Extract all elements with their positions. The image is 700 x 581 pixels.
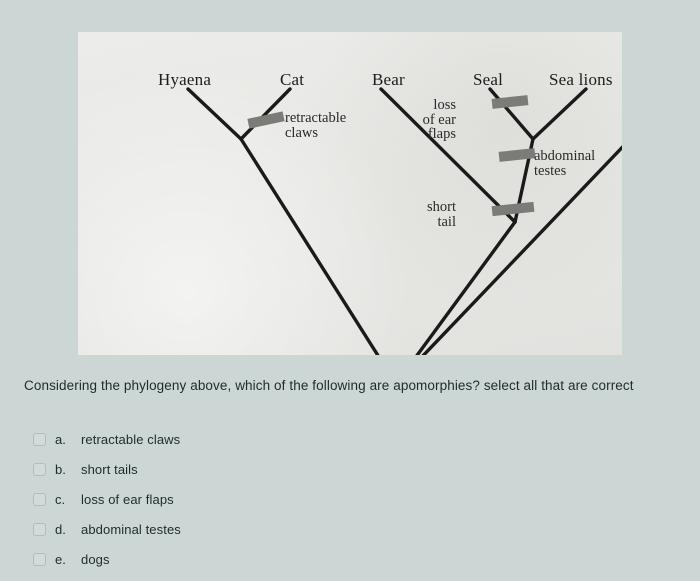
trait-label-line: testes [534, 162, 567, 179]
question-prompt: Considering the phylogeny above, which o… [24, 378, 634, 393]
option-checkbox-b[interactable] [33, 462, 46, 476]
hyaena-cat-stem [239, 137, 380, 355]
hyaena-branch [186, 87, 243, 141]
option-checkbox-d[interactable] [33, 522, 46, 536]
trait-label-line: claws [285, 124, 319, 141]
trait-label-abdominal-testes: abdominal testes [534, 149, 595, 178]
trait-label-line: tail [437, 213, 456, 230]
option-letter: b. [55, 461, 66, 477]
phylogeny-figure: HyaenaCatBearSealSea lionsDog retractabl… [78, 32, 622, 355]
option-letter: a. [55, 431, 66, 447]
option-label: loss of ear flaps [81, 491, 174, 507]
answer-options-list: a. retractable claws b. short tails c. loss o… [33, 424, 533, 574]
trait-label-loss-of-ear-flaps: loss of ear flaps [412, 98, 456, 142]
option-row-b[interactable]: b. short tails [33, 454, 533, 484]
option-label: abdominal testes [81, 521, 181, 537]
trait-label-line: short [427, 199, 456, 215]
trait-label-short-tail: short tail [402, 200, 456, 229]
option-letter: d. [55, 521, 66, 537]
trait-label-line: loss [433, 97, 456, 113]
trait-label-line: flaps [427, 126, 456, 142]
taxon-label-seal: Seal [473, 70, 504, 89]
option-row-e[interactable]: e. dogs [33, 544, 533, 574]
option-label: short tails [81, 461, 138, 477]
option-letter: e. [55, 551, 66, 567]
trait-label-line: of ear [422, 111, 456, 128]
trait-label-line: retractable [285, 110, 347, 126]
taxon-label-bear: Bear [372, 70, 405, 89]
taxon-label-cat: Cat [280, 70, 305, 89]
sea-lions-branch [531, 87, 588, 141]
option-letter: c. [55, 491, 66, 507]
trait-label-line: abdominal [534, 148, 596, 164]
caniform-stem [415, 220, 517, 355]
option-label: dogs [81, 551, 110, 567]
option-checkbox-e[interactable] [33, 552, 46, 566]
option-row-d[interactable]: d. abdominal testes [33, 514, 533, 544]
taxon-label-sea-lions: Sea lions [549, 70, 613, 89]
option-checkbox-a[interactable] [33, 432, 46, 446]
option-label: retractable claws [81, 431, 181, 447]
option-row-c[interactable]: c. loss of ear flaps [33, 484, 533, 514]
trait-label-retractable-claws: retractable claws [285, 111, 346, 140]
taxon-label-hyaena: Hyaena [158, 70, 212, 89]
option-checkbox-c[interactable] [33, 492, 46, 506]
option-row-a[interactable]: a. retractable claws [33, 424, 533, 454]
